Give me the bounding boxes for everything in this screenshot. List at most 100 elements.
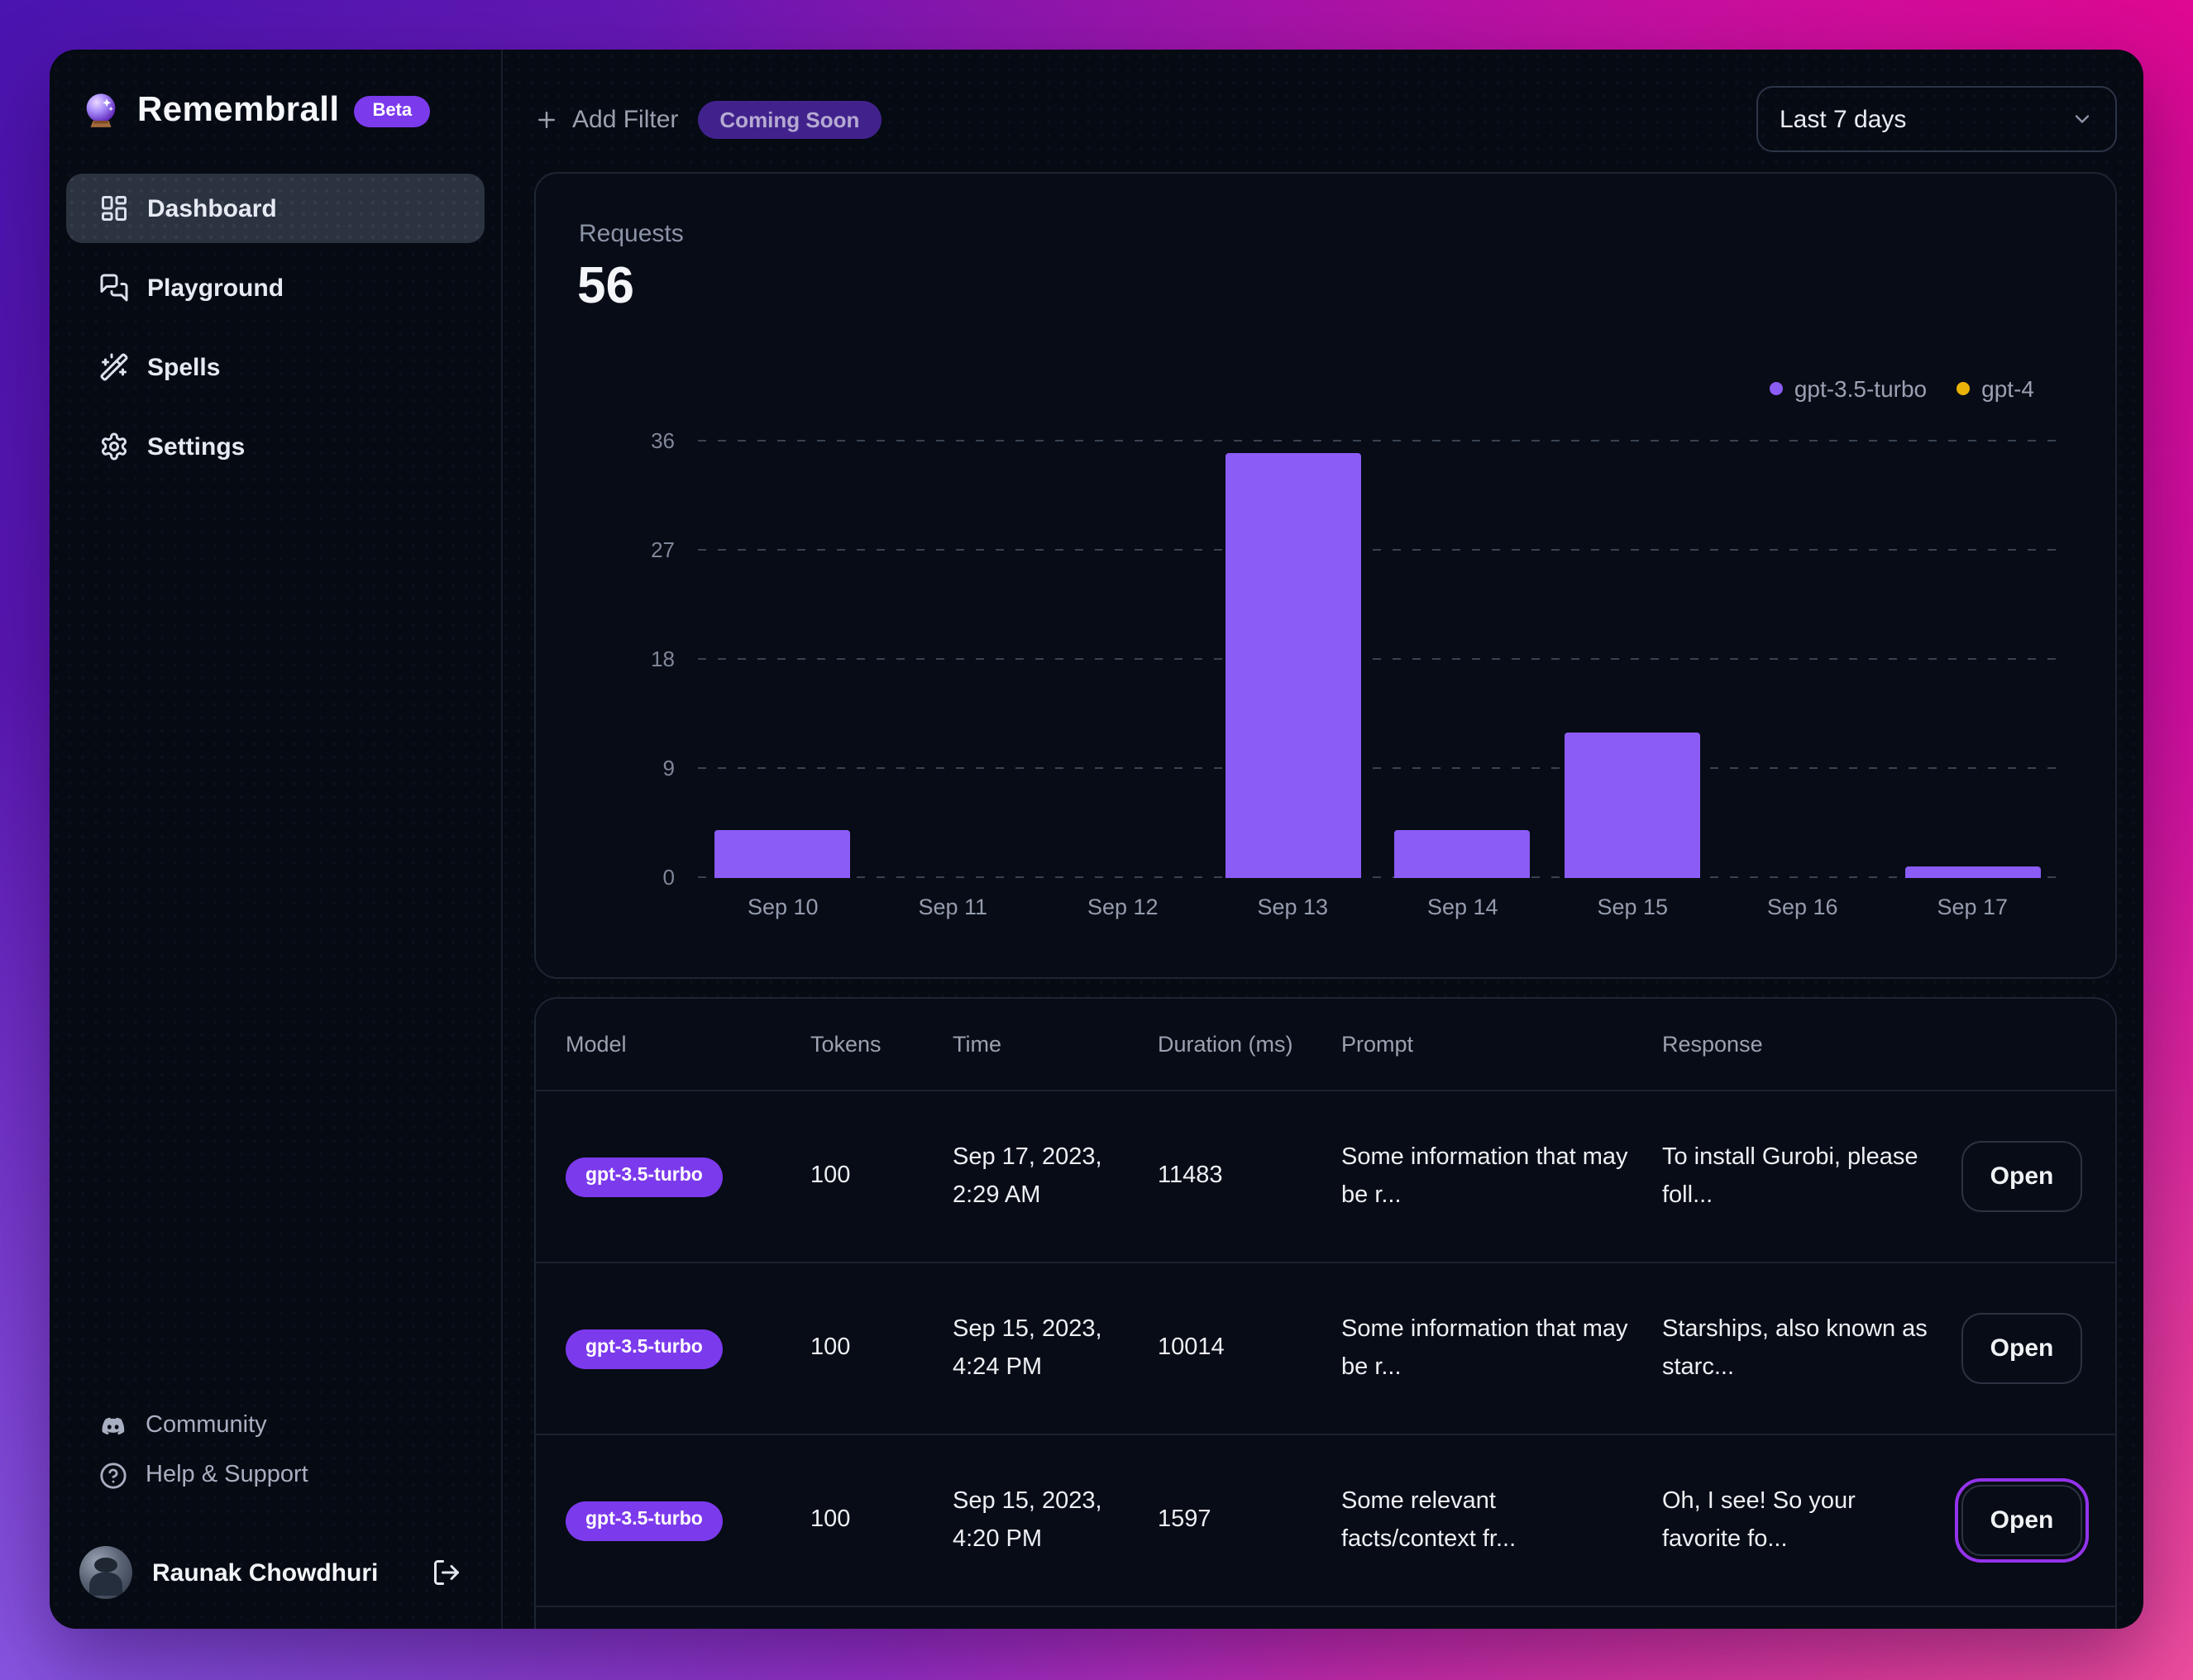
bar-slot-sep-10: [698, 829, 868, 878]
brand: Remembrall Beta: [66, 83, 485, 139]
bars: [698, 441, 2057, 878]
main-content: Add Filter Coming Soon Last 7 days Reque…: [503, 50, 2143, 1629]
requests-table-card: Model Tokens Time Duration (ms) Prompt Respon…: [534, 997, 2117, 1629]
column-header-model: Model: [566, 1031, 627, 1057]
bar-slot-sep-14: [1378, 829, 1548, 878]
table-row: gpt-3.5-turbo 100 Sep 15, 2023, 4:24 PM 100…: [536, 1262, 2115, 1434]
cell-response: Oh, I see! So your favorite fo...: [1662, 1488, 1856, 1552]
cell-response: To install Gurobi, please foll...: [1662, 1144, 1918, 1208]
cell-model: gpt-3.5-turbo: [566, 1157, 810, 1197]
cell-duration: 10014: [1158, 1334, 1225, 1362]
open-button[interactable]: Open: [1961, 1313, 2082, 1384]
sidebar-item-label: Dashboard: [147, 194, 277, 222]
sidebar-footer-help-support[interactable]: Help & Support: [66, 1450, 485, 1500]
app-title: Remembrall: [137, 91, 340, 129]
cell-model: gpt-3.5-turbo: [566, 1501, 810, 1541]
cell-actions: Open: [1955, 1478, 2089, 1563]
sidebar-footer: Community Help & Support Raunak Chowdhuri: [66, 1401, 485, 1616]
x-axis-label: Sep 17: [1937, 895, 2009, 919]
model-badge: gpt-3.5-turbo: [566, 1329, 723, 1369]
cell-tokens: 100: [810, 1506, 851, 1534]
sidebar-item-playground[interactable]: Playground: [66, 253, 485, 322]
cell-time: Sep 17, 2023, 2:29 AM: [953, 1144, 1102, 1208]
column-header-prompt: Prompt: [1341, 1031, 1414, 1057]
user-row[interactable]: Raunak Chowdhuri: [66, 1536, 485, 1609]
bar-gpt-3.5-turbo-sep-17: [1904, 866, 2041, 878]
y-tick-label: 18: [651, 647, 675, 671]
x-axis-label: Sep 13: [1257, 895, 1329, 919]
x-axis-label: Sep 14: [1426, 895, 1498, 919]
x-axis-label: Sep 12: [1087, 895, 1159, 919]
date-range-value: Last 7 days: [1780, 105, 1907, 133]
model-badge: gpt-3.5-turbo: [566, 1501, 723, 1541]
requests-total: 56: [577, 256, 634, 314]
cell-duration: 11483: [1158, 1162, 1223, 1190]
x-axis-label: Sep 16: [1766, 895, 1838, 919]
bar-chart-plot: 0 9 18 27 36: [651, 428, 2057, 890]
sidebar-item-label: Spells: [147, 353, 221, 381]
spells-icon: [99, 352, 129, 382]
sidebar-item-settings[interactable]: Settings: [66, 412, 485, 481]
add-filter-label: Add Filter: [572, 105, 679, 133]
legend-dot: [1956, 382, 1971, 395]
settings-icon: [99, 432, 129, 461]
cell-duration: 1597: [1158, 1506, 1211, 1534]
column-header-time: Time: [953, 1031, 1001, 1057]
bar-gpt-3.5-turbo-sep-10: [714, 829, 851, 878]
bar-slot-sep-13: [1208, 453, 1378, 878]
x-axis-label: Sep 11: [918, 895, 988, 919]
topbar: Add Filter Coming Soon Last 7 days: [534, 86, 2117, 152]
y-tick-label: 0: [662, 865, 675, 890]
bar-gpt-3.5-turbo-sep-14: [1394, 829, 1531, 878]
bar-gpt-3.5-turbo-sep-13: [1225, 453, 1361, 878]
table-row-partial: [536, 1606, 2115, 1629]
sidebar: Remembrall Beta Dashboard Playground Spell…: [50, 50, 503, 1629]
bar-slot-sep-15: [1548, 733, 1718, 878]
add-filter-button[interactable]: Add Filter: [534, 105, 678, 133]
app-window: Remembrall Beta Dashboard Playground Spell…: [50, 50, 2143, 1629]
open-button[interactable]: Open: [1955, 1478, 2089, 1563]
sidebar-item-label: Settings: [147, 432, 246, 461]
cell-actions: Open: [1961, 1141, 2082, 1212]
beta-badge: Beta: [354, 95, 431, 126]
legend-item-gpt-4[interactable]: gpt-4: [1956, 375, 2034, 402]
sidebar-nav: Dashboard Playground Spells Settings: [66, 174, 485, 481]
plus-icon: [534, 107, 559, 131]
help-icon: [99, 1461, 127, 1489]
bar-slot-sep-17: [1888, 866, 2058, 878]
page: Remembrall Beta Dashboard Playground Spell…: [0, 0, 2193, 1680]
table-row: gpt-3.5-turbo 100 Sep 15, 2023, 4:20 PM 159…: [536, 1434, 2115, 1606]
user-name: Raunak Chowdhuri: [152, 1558, 379, 1587]
sidebar-item-label: Playground: [147, 274, 284, 302]
table-row: gpt-3.5-turbo 100 Sep 17, 2023, 2:29 AM 114…: [536, 1090, 2115, 1262]
open-button[interactable]: Open: [1961, 1141, 2082, 1212]
footer-item-label: Help & Support: [146, 1462, 308, 1488]
legend-label: gpt-4: [1981, 375, 2034, 402]
legend-item-gpt-3.5-turbo[interactable]: gpt-3.5-turbo: [1769, 375, 1927, 402]
requests-chart-card: Requests 56 gpt-3.5-turbo gpt-4 0 9 18 27 36 …: [534, 172, 2117, 979]
avatar: [79, 1546, 132, 1599]
cell-prompt: Some relevant facts/context fr...: [1341, 1488, 1517, 1552]
footer-item-label: Community: [146, 1412, 267, 1439]
sidebar-footer-community[interactable]: Community: [66, 1401, 485, 1450]
discord-icon: [99, 1411, 127, 1439]
model-badge: gpt-3.5-turbo: [566, 1157, 723, 1197]
sidebar-item-dashboard[interactable]: Dashboard: [66, 174, 485, 243]
y-tick-label: 36: [651, 428, 675, 453]
chart-legend: gpt-3.5-turbo gpt-4: [1769, 375, 2034, 402]
x-axis-label: Sep 10: [747, 895, 819, 919]
logout-icon[interactable]: [432, 1558, 461, 1587]
chevron-down-icon: [2071, 107, 2094, 131]
cell-actions: Open: [1961, 1313, 2082, 1384]
x-axis-labels: Sep 10 Sep 11 Sep 12 Sep 13 Sep 14 Sep 15 Sep …: [698, 895, 2057, 919]
playground-icon: [99, 273, 129, 303]
requests-label: Requests: [579, 220, 684, 248]
sidebar-item-spells[interactable]: Spells: [66, 332, 485, 402]
date-range-select[interactable]: Last 7 days: [1756, 86, 2117, 152]
y-tick-label: 9: [662, 756, 675, 780]
cell-time: Sep 15, 2023, 4:20 PM: [953, 1488, 1102, 1552]
coming-soon-badge: Coming Soon: [698, 100, 882, 138]
dashboard-icon: [99, 193, 129, 223]
table-header-row: Model Tokens Time Duration (ms) Prompt Respon…: [536, 999, 2115, 1090]
cell-model: gpt-3.5-turbo: [566, 1329, 810, 1369]
